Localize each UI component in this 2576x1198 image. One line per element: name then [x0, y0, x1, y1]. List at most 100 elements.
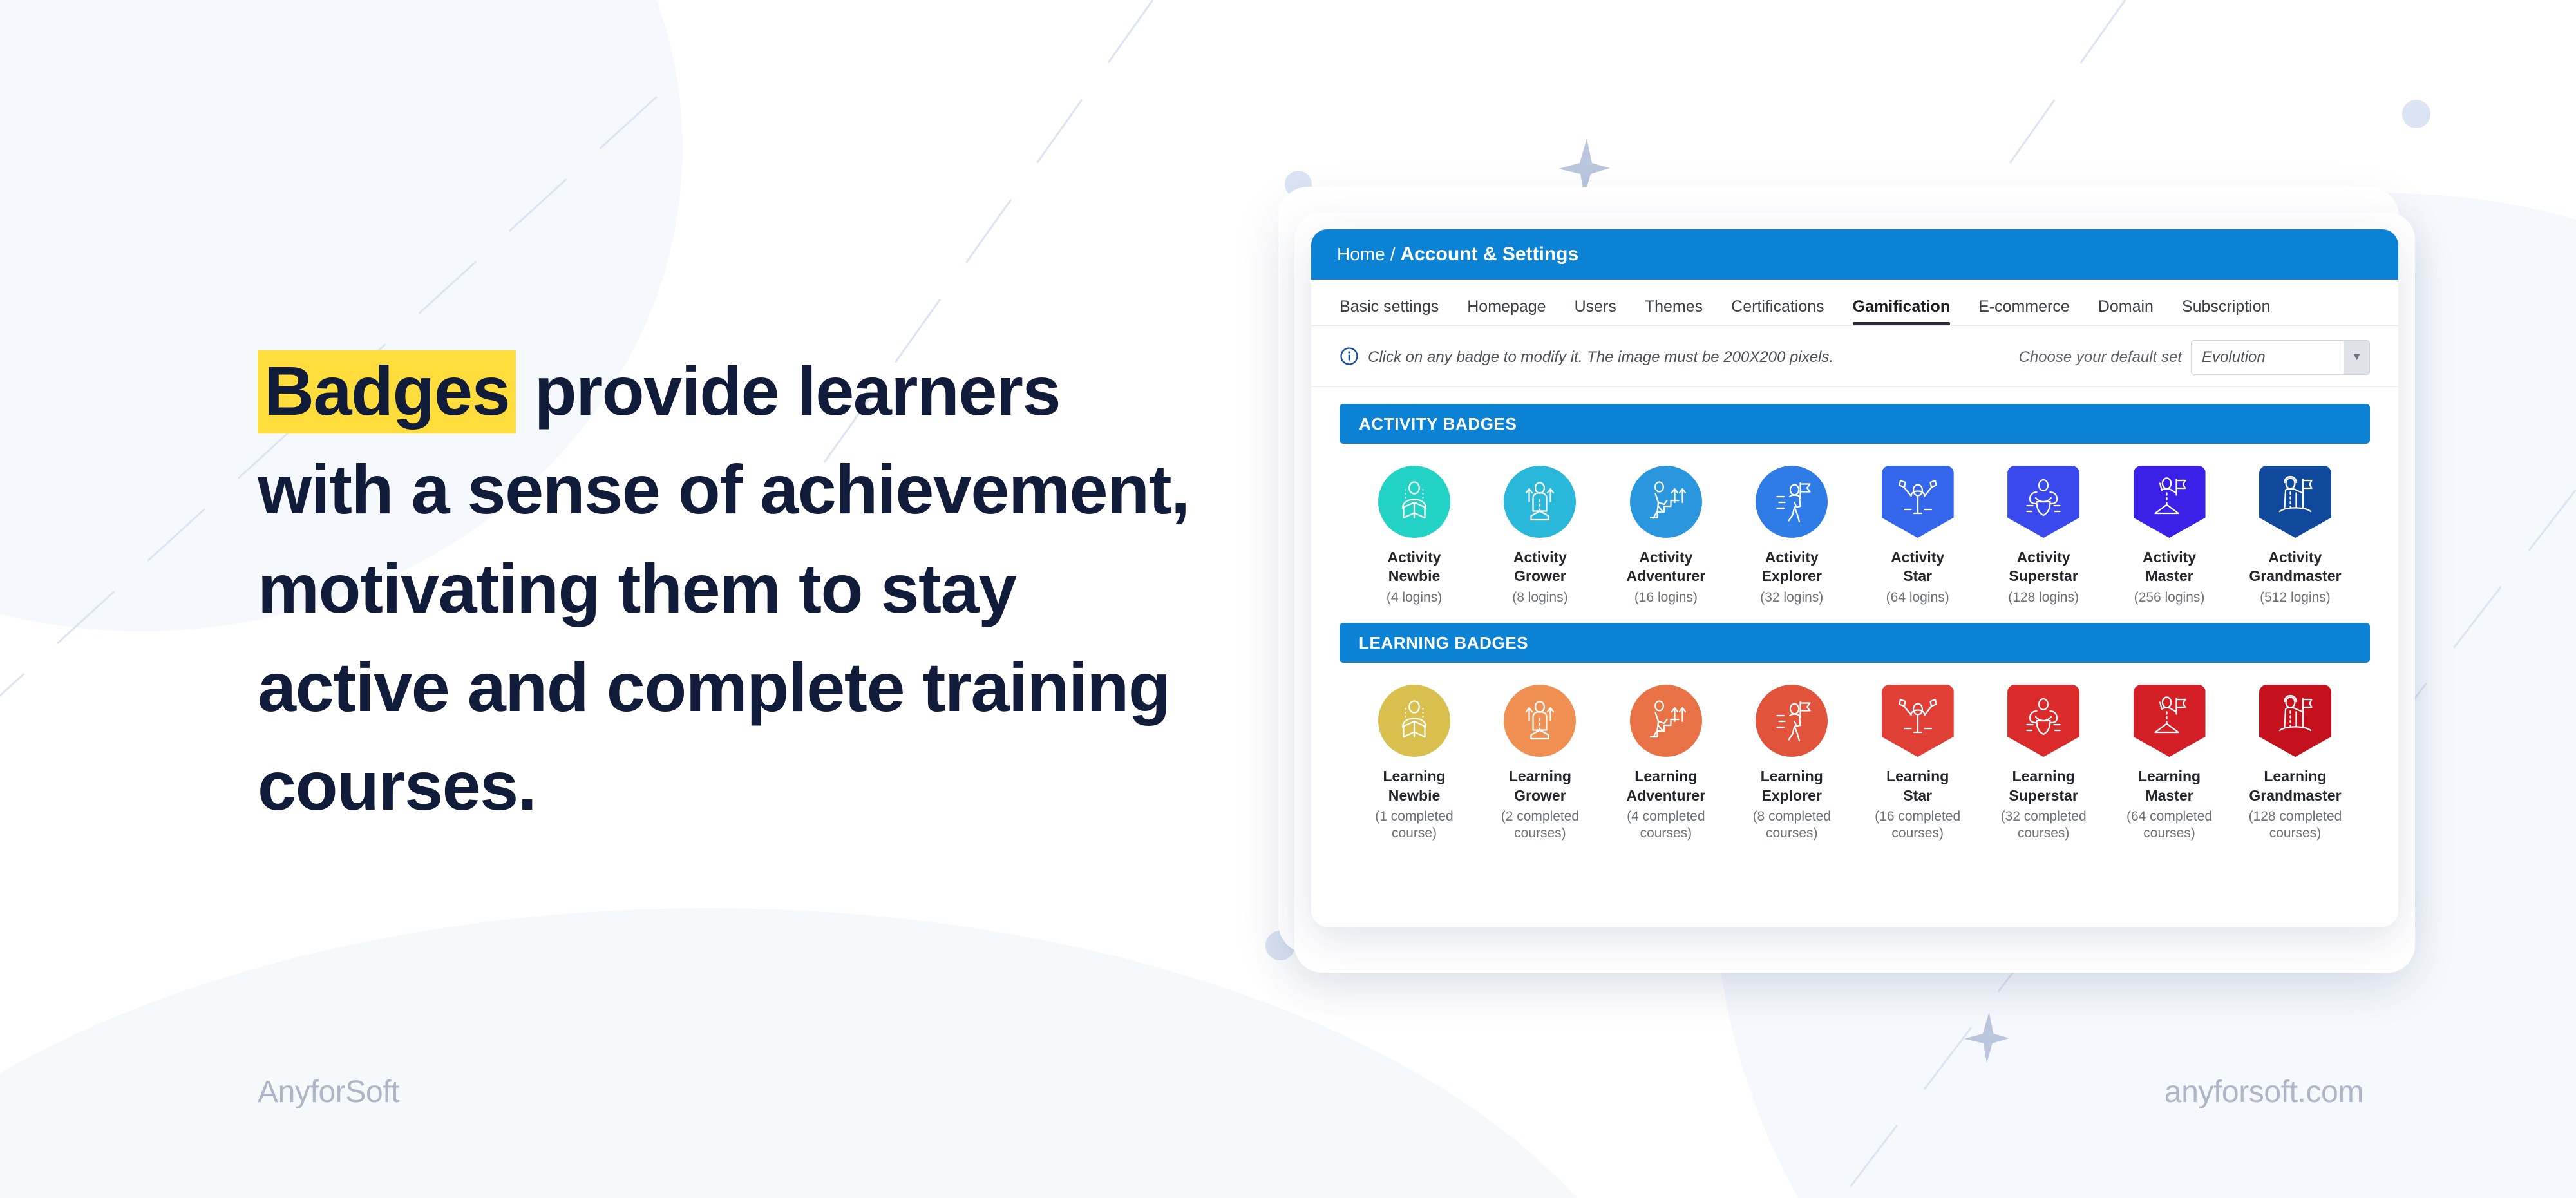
badge-title-line2: Grower	[1514, 567, 1566, 585]
badge-requirement: (128 logins)	[2008, 589, 2079, 605]
tab-subscription[interactable]: Subscription	[2168, 298, 2285, 325]
tab-e-commerce[interactable]: E-commerce	[1964, 298, 2084, 325]
badge-learning-grandmaster[interactable]: Learning Grandmaster (128 completed course…	[2235, 685, 2356, 842]
badge-title-line2: Newbie	[1388, 567, 1441, 585]
default-set-value: Evolution	[2202, 348, 2266, 366]
badge-learning-master[interactable]: Learning Master (64 completed courses)	[2109, 685, 2230, 842]
badge-title-line2: Star	[1903, 567, 1933, 585]
summitflag-icon	[2146, 473, 2193, 522]
badge-title: Activity Adventurer	[1626, 548, 1705, 586]
stairs-icon	[1643, 696, 1689, 746]
section-header: LEARNING BADGES	[1340, 623, 2370, 663]
chevron-down-icon[interactable]: ▼	[2344, 341, 2369, 374]
badge-activity-adventurer[interactable]: Activity Adventurer (16 logins)	[1605, 466, 1727, 606]
info-text: Click on any badge to modify it. The ima…	[1368, 348, 1834, 366]
badge-circle-shape	[1504, 466, 1577, 538]
badge-title-line1: Learning	[1634, 768, 1698, 785]
info-circle-icon	[1340, 347, 1359, 369]
default-set-select[interactable]: Evolution ▼	[2191, 340, 2370, 375]
badge-title-line2: Master	[2145, 567, 2193, 585]
tab-users[interactable]: Users	[1560, 298, 1631, 325]
badge-circle-shape	[1378, 466, 1450, 538]
badge-title: Activity Grower	[1513, 548, 1567, 586]
badge-circle-shape	[1756, 685, 1828, 757]
badge-circle-shape	[1756, 466, 1828, 538]
badge-learning-superstar[interactable]: Learning Superstar (32 completed courses)	[1983, 685, 2104, 842]
growth-icon	[1517, 696, 1563, 746]
badge-activity-master[interactable]: Activity Master (256 logins)	[2109, 466, 2230, 606]
badge-section: ACTIVITY BADGES Activity Newbie (4 logins) A…	[1311, 404, 2398, 606]
cheer-icon	[1895, 473, 1941, 522]
badge-title-line1: Learning	[1383, 768, 1446, 785]
badge-requirement: (64 completed courses)	[2126, 809, 2213, 841]
muscle-icon	[2020, 692, 2067, 741]
badge-title: Learning Grower	[1509, 767, 1571, 805]
badge-title: Learning Explorer	[1761, 767, 1823, 805]
badge-title: Activity Grandmaster	[2249, 548, 2341, 586]
badge-row: Learning Newbie (1 completed course) Learni…	[1340, 663, 2370, 842]
badge-title: Learning Newbie	[1383, 767, 1445, 805]
reader-icon	[1391, 477, 1437, 527]
podiumflag-icon	[2272, 692, 2318, 741]
badge-title-line2: Explorer	[1761, 567, 1822, 585]
badge-title-line2: Superstar	[2009, 786, 2078, 804]
badge-learning-newbie[interactable]: Learning Newbie (1 completed course)	[1354, 685, 1475, 842]
badge-requirement: (16 logins)	[1634, 589, 1698, 605]
badge-shield-shape	[2133, 685, 2206, 757]
badge-circle-shape	[1378, 685, 1450, 757]
badge-title: Learning Star	[1886, 767, 1949, 805]
badge-row: Activity Newbie (4 logins) Activity Grower (8…	[1340, 444, 2370, 606]
badge-title-line2: Explorer	[1761, 786, 1822, 804]
badge-activity-newbie[interactable]: Activity Newbie (4 logins)	[1354, 466, 1475, 606]
tab-domain[interactable]: Domain	[2084, 298, 2168, 325]
podiumflag-icon	[2272, 473, 2318, 522]
badge-requirement: (1 completed course)	[1375, 809, 1454, 841]
breadcrumb-root[interactable]: Home	[1337, 244, 1385, 265]
badge-shield-shape	[1881, 685, 1954, 757]
badge-title-line1: Learning	[2264, 768, 2327, 785]
badge-title-line2: Superstar	[2009, 567, 2078, 585]
badge-activity-star[interactable]: Activity Star (64 logins)	[1857, 466, 1978, 606]
badge-title-line2: Master	[2145, 786, 2193, 804]
badge-title-line1: Activity	[2142, 549, 2197, 566]
badge-title: Activity Explorer	[1762, 548, 1822, 586]
badge-title: Activity Master	[2143, 548, 2196, 586]
badge-requirement: (32 logins)	[1760, 589, 1824, 605]
badge-requirement: (16 completed courses)	[1875, 809, 1961, 841]
badge-title-line1: Learning	[1508, 768, 1571, 785]
badge-activity-grandmaster[interactable]: Activity Grandmaster (512 logins)	[2235, 466, 2356, 606]
muscle-icon	[2020, 473, 2067, 522]
badge-requirement: (128 completed courses)	[2248, 809, 2342, 841]
badge-requirement: (8 completed courses)	[1752, 809, 1831, 841]
badge-requirement: (256 logins)	[2134, 589, 2205, 605]
badge-shield-shape	[2259, 685, 2331, 757]
badge-title-line1: Learning	[2012, 768, 2075, 785]
badge-title-line1: Learning	[1760, 768, 1823, 785]
cheer-icon	[1895, 692, 1941, 741]
badge-activity-explorer[interactable]: Activity Explorer (32 logins)	[1731, 466, 1852, 606]
tab-certifications[interactable]: Certifications	[1717, 298, 1839, 325]
badge-title-line2: Grower	[1514, 786, 1566, 804]
badge-learning-grower[interactable]: Learning Grower (2 completed courses)	[1479, 685, 1600, 842]
badge-title-line1: Learning	[1886, 768, 1949, 785]
badge-title-line1: Activity	[1765, 549, 1819, 566]
badge-learning-star[interactable]: Learning Star (16 completed courses)	[1857, 685, 1978, 842]
summitflag-icon	[2146, 692, 2193, 741]
badge-circle-shape	[1504, 685, 1577, 757]
reader-icon	[1391, 696, 1437, 746]
badge-activity-grower[interactable]: Activity Grower (8 logins)	[1479, 466, 1600, 606]
app-window: Home / Account & Settings Basic settings…	[1311, 229, 2399, 927]
breadcrumb-current: Account & Settings	[1400, 243, 1579, 265]
tab-gamification[interactable]: Gamification	[1839, 298, 1964, 325]
default-set-control: Choose your default set Evolution ▼	[2019, 340, 2370, 375]
badge-learning-adventurer[interactable]: Learning Adventurer (4 completed courses)	[1605, 685, 1727, 842]
badge-requirement: (32 completed courses)	[2000, 809, 2087, 841]
tab-homepage[interactable]: Homepage	[1453, 298, 1560, 325]
tab-basic-settings[interactable]: Basic settings	[1336, 298, 1453, 325]
badge-activity-superstar[interactable]: Activity Superstar (128 logins)	[1983, 466, 2104, 606]
badge-title-line2: Adventurer	[1626, 567, 1706, 585]
settings-tab-bar: Basic settings Homepage Users Themes Certifi…	[1311, 280, 2398, 326]
tab-themes[interactable]: Themes	[1631, 298, 1717, 325]
badge-learning-explorer[interactable]: Learning Explorer (8 completed courses)	[1731, 685, 1852, 842]
breadcrumb-separator: /	[1390, 244, 1396, 264]
